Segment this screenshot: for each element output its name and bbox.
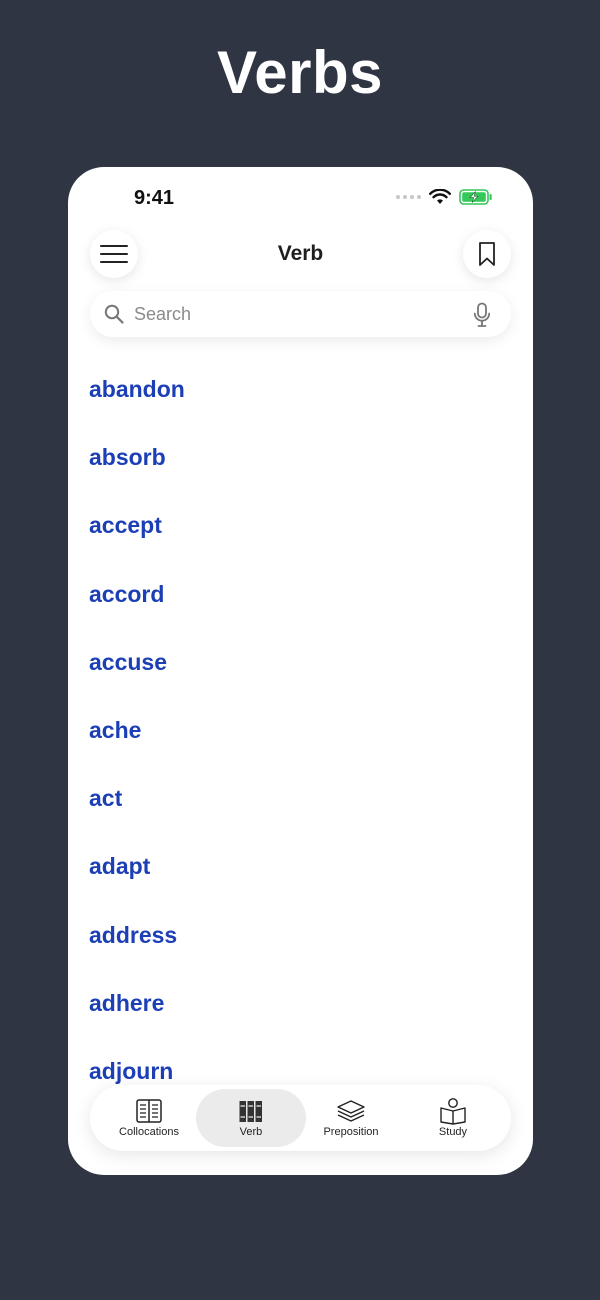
tab-verb[interactable]: Verb <box>196 1089 306 1147</box>
microphone-icon[interactable] <box>473 302 491 328</box>
tab-study[interactable]: Study <box>400 1089 506 1147</box>
book-pages-icon <box>135 1098 163 1124</box>
verb-item[interactable]: accept <box>89 495 509 563</box>
verb-item[interactable]: absorb <box>89 427 509 495</box>
tab-collocations[interactable]: Collocations <box>96 1089 202 1147</box>
status-time: 9:41 <box>134 187 175 209</box>
verb-item[interactable]: address <box>89 905 509 973</box>
signal-icon <box>396 195 421 199</box>
verb-item[interactable]: abandon <box>89 359 509 427</box>
search-input[interactable] <box>132 302 456 326</box>
tab-label: Verb <box>239 1126 263 1138</box>
hero-title: Verbs <box>217 39 383 106</box>
books-shelf-icon <box>238 1098 264 1124</box>
reading-person-icon <box>438 1098 468 1125</box>
verb-list: abandon absorb accept accord accuse ache… <box>89 359 509 1109</box>
verb-item[interactable]: accuse <box>89 632 509 700</box>
tab-label: Collocations <box>119 1126 179 1138</box>
battery-charging-icon <box>459 189 492 205</box>
phone-screen: 9:41 Verb Search abandon absorb accept a… <box>68 167 533 1175</box>
tab-label: Study <box>438 1126 468 1138</box>
status-indicators <box>396 189 493 205</box>
tab-label: Preposition <box>323 1126 379 1138</box>
layers-stack-icon <box>336 1098 366 1124</box>
verb-item[interactable]: act <box>89 768 509 836</box>
search-bar[interactable] <box>90 291 511 337</box>
bookmark-icon <box>479 242 495 266</box>
verb-item[interactable]: accord <box>89 564 509 632</box>
verb-item[interactable]: ache <box>89 700 509 768</box>
search-icon <box>104 304 124 324</box>
wifi-icon <box>429 189 451 204</box>
tab-preposition[interactable]: Preposition <box>298 1089 404 1147</box>
tab-bar: Collocations Verb Preposition Study <box>90 1085 511 1151</box>
bookmark-button[interactable] <box>463 230 511 278</box>
verb-item[interactable]: adhere <box>89 973 509 1041</box>
verb-item[interactable]: adapt <box>89 836 509 904</box>
